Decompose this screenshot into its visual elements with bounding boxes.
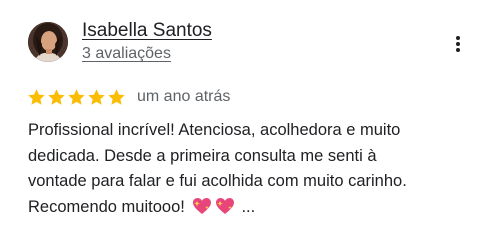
read-more-ellipsis[interactable]: ... bbox=[241, 198, 255, 216]
review-text-line: dedicada. Desde a primeira consulta me s… bbox=[28, 146, 377, 165]
review-text: Profissional incrível! Atenciosa, acolhe… bbox=[28, 118, 468, 220]
star-icon bbox=[108, 88, 125, 105]
review-text-line: Recomendo muitooo! bbox=[28, 197, 185, 216]
star-icon bbox=[68, 88, 85, 105]
reviewer-avatar[interactable] bbox=[28, 22, 68, 62]
sparkling-heart-icon bbox=[216, 197, 235, 214]
review-card: Isabella Santos 3 avaliações um ano atrá… bbox=[0, 0, 492, 243]
more-vert-icon bbox=[456, 36, 460, 52]
star-icon bbox=[28, 88, 45, 105]
review-text-last-line: Recomendo muitooo! ... bbox=[28, 195, 468, 221]
reviewer-review-count-link[interactable]: 3 avaliações bbox=[82, 45, 171, 63]
review-text-line: Profissional incrível! Atenciosa, acolhe… bbox=[28, 121, 401, 139]
review-date: um ano atrás bbox=[137, 88, 231, 105]
reviewer-name-link[interactable]: Isabella Santos bbox=[82, 20, 212, 42]
rating-row: um ano atrás bbox=[27, 86, 230, 108]
star-icon bbox=[48, 88, 65, 105]
review-text-line: vontade para falar e fui acolhida com mu… bbox=[28, 172, 407, 190]
star-icon bbox=[88, 88, 105, 105]
star-rating bbox=[27, 88, 126, 107]
sparkling-heart-icon bbox=[193, 197, 212, 214]
more-options-button[interactable] bbox=[444, 30, 472, 58]
